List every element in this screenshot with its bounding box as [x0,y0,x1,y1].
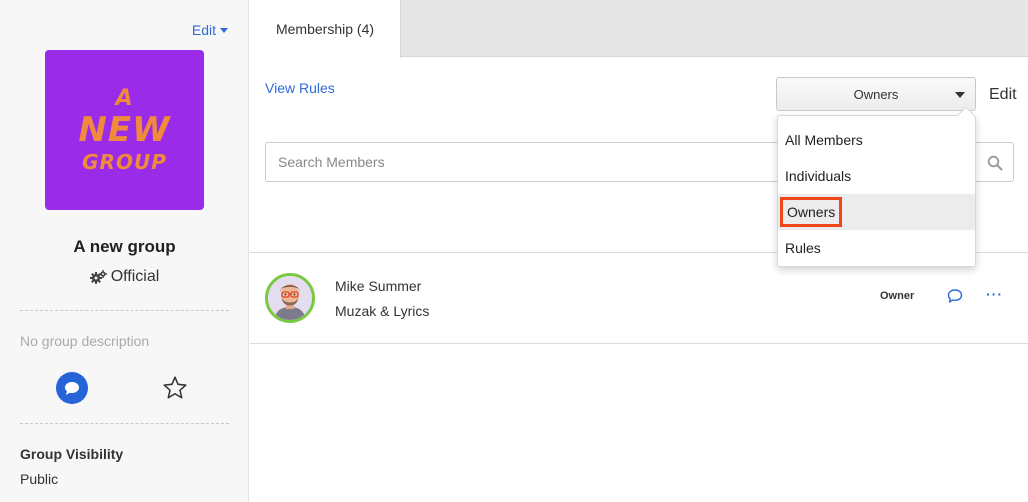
filter-option-rules[interactable]: Rules [778,230,975,266]
member-filter-value: Owners [853,86,899,102]
filter-option-label: All Members [785,132,863,148]
filter-option-all-members[interactable]: All Members [778,122,975,158]
filter-option-label: Individuals [785,168,852,184]
gears-icon [89,270,107,284]
divider [20,310,229,311]
filter-option-owners[interactable]: Owners [778,194,975,230]
group-type-label: Official [110,268,160,285]
group-sidebar: Edit A NEW GROUP A new group Official No… [0,0,249,502]
divider [20,423,229,424]
member-name[interactable]: Mike Summer [335,278,421,294]
logo-text-line-1: A [115,86,134,112]
tab-bar: Membership (4) [250,0,1028,58]
member-filter-menu: All Members Individuals Owners Rules [777,106,976,267]
logo-text-line-2: NEW [78,110,171,151]
group-type: Official [0,268,249,286]
message-icon[interactable] [947,288,963,304]
caret-down-icon [220,27,228,33]
chat-icon [65,381,79,395]
avatar[interactable] [265,273,315,323]
divider [250,343,1028,344]
caret-down-icon [955,92,965,98]
member-role: Owner [880,290,915,302]
group-logo: A NEW GROUP [45,50,204,210]
group-edit-menu[interactable]: Edit [192,22,228,38]
logo-text-line-3: GROUP [82,149,167,174]
view-rules-link[interactable]: View Rules [265,80,335,96]
edit-members-button[interactable]: Edit [989,86,1017,104]
filter-option-label: Rules [785,240,821,256]
tab-membership[interactable]: Membership (4) [250,0,401,58]
more-options-icon[interactable]: ··· [986,286,1003,302]
group-visibility-value: Public [20,471,59,487]
group-chat-button[interactable] [56,372,88,404]
member-filter-dropdown[interactable]: Owners [776,77,976,111]
group-name: A new group [73,237,176,256]
group-description: No group description [20,333,150,349]
star-icon[interactable] [162,375,188,401]
filter-option-label: Owners [780,197,843,227]
filter-option-individuals[interactable]: Individuals [778,158,975,194]
group-edit-label: Edit [191,22,216,38]
group-visibility-label: Group Visibility [20,446,124,462]
search-icon[interactable] [987,155,1003,171]
member-subtitle: Muzak & Lyrics [335,303,430,319]
user-avatar-image [268,276,312,320]
